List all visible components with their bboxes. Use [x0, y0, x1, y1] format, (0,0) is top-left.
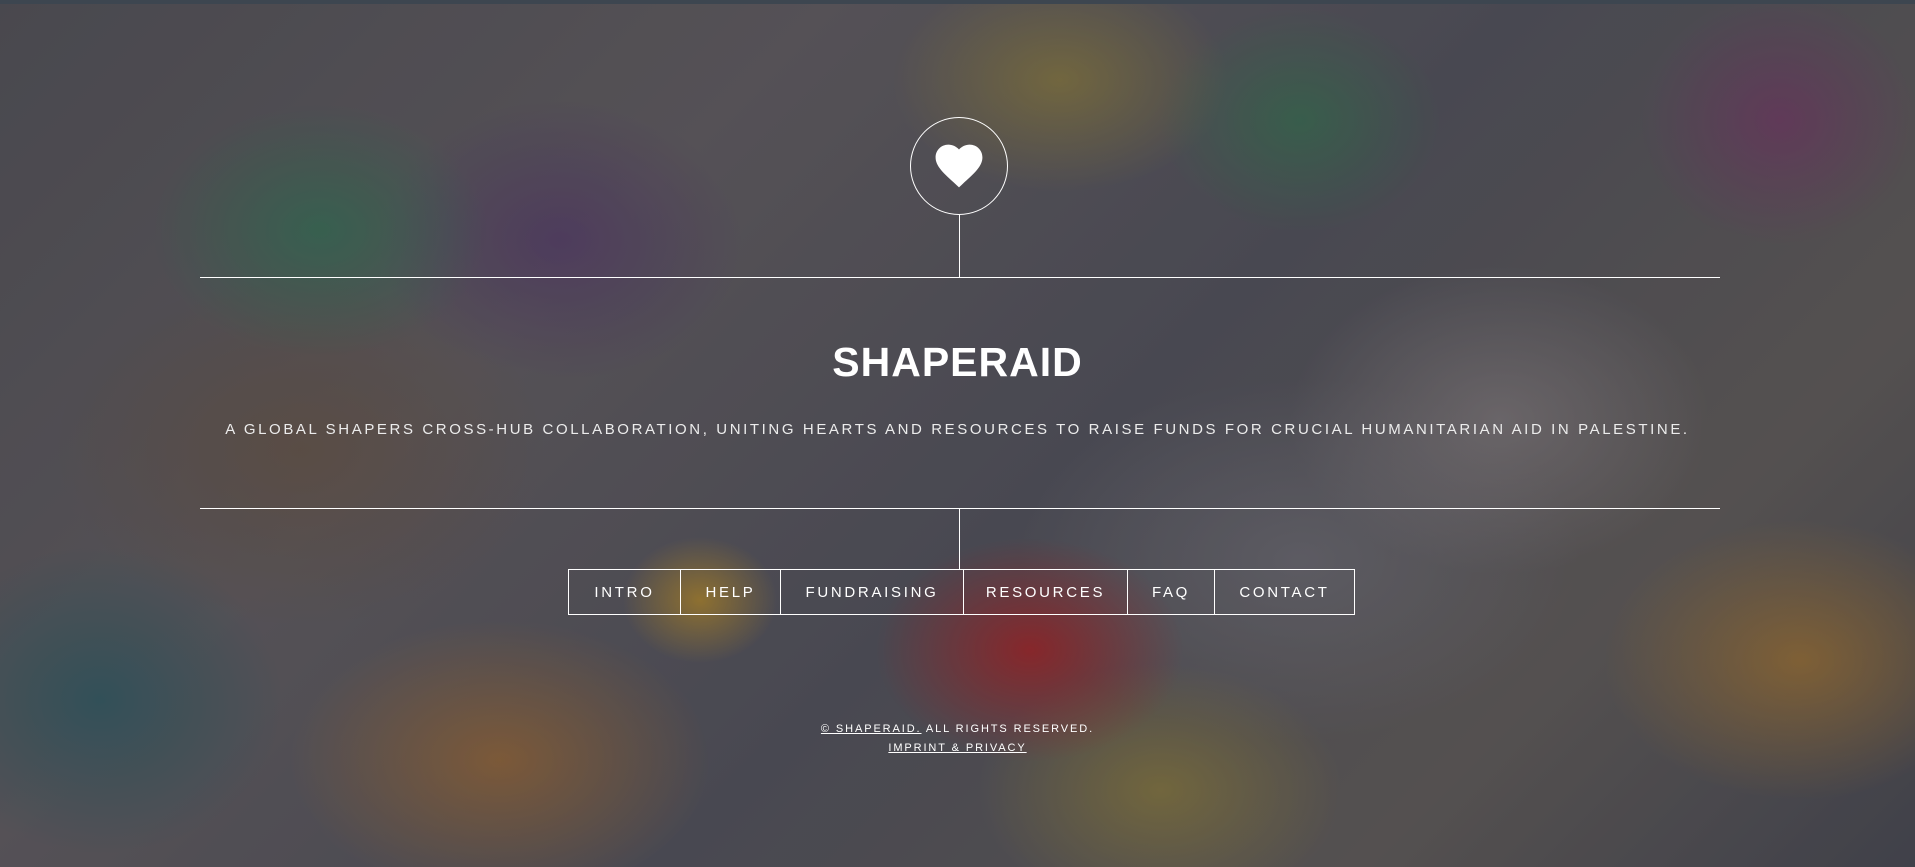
- site-footer: © SHAPERAID. ALL RIGHTS RESERVED. IMPRIN…: [0, 720, 1915, 758]
- heart-icon: [935, 144, 983, 188]
- nav-faq[interactable]: FAQ: [1128, 570, 1215, 614]
- copyright-line: © SHAPERAID. ALL RIGHTS RESERVED.: [0, 720, 1915, 739]
- nav-resources[interactable]: RESOURCES: [964, 570, 1128, 614]
- rights-text: ALL RIGHTS RESERVED.: [921, 723, 1095, 735]
- divider-bottom: [200, 508, 1720, 509]
- site-title: SHAPERAID: [832, 339, 1083, 385]
- copyright-link[interactable]: © SHAPERAID.: [821, 723, 922, 735]
- connector-line-top: [959, 215, 960, 277]
- nav-fundraising[interactable]: FUNDRAISING: [781, 570, 964, 614]
- imprint-line: IMPRINT & PRIVACY: [0, 739, 1915, 758]
- nav-intro[interactable]: INTRO: [569, 570, 681, 614]
- imprint-privacy-link[interactable]: IMPRINT & PRIVACY: [888, 742, 1026, 754]
- nav-contact[interactable]: CONTACT: [1215, 570, 1354, 614]
- connector-line-bottom: [959, 508, 960, 570]
- site-tagline: A GLOBAL SHAPERS CROSS-HUB COLLABORATION…: [225, 421, 1690, 438]
- nav-help[interactable]: HELP: [681, 570, 781, 614]
- divider-top: [200, 277, 1720, 278]
- main-nav: INTRO HELP FUNDRAISING RESOURCES FAQ CON…: [568, 569, 1355, 615]
- logo: [910, 117, 1008, 215]
- top-bar: [0, 0, 1915, 4]
